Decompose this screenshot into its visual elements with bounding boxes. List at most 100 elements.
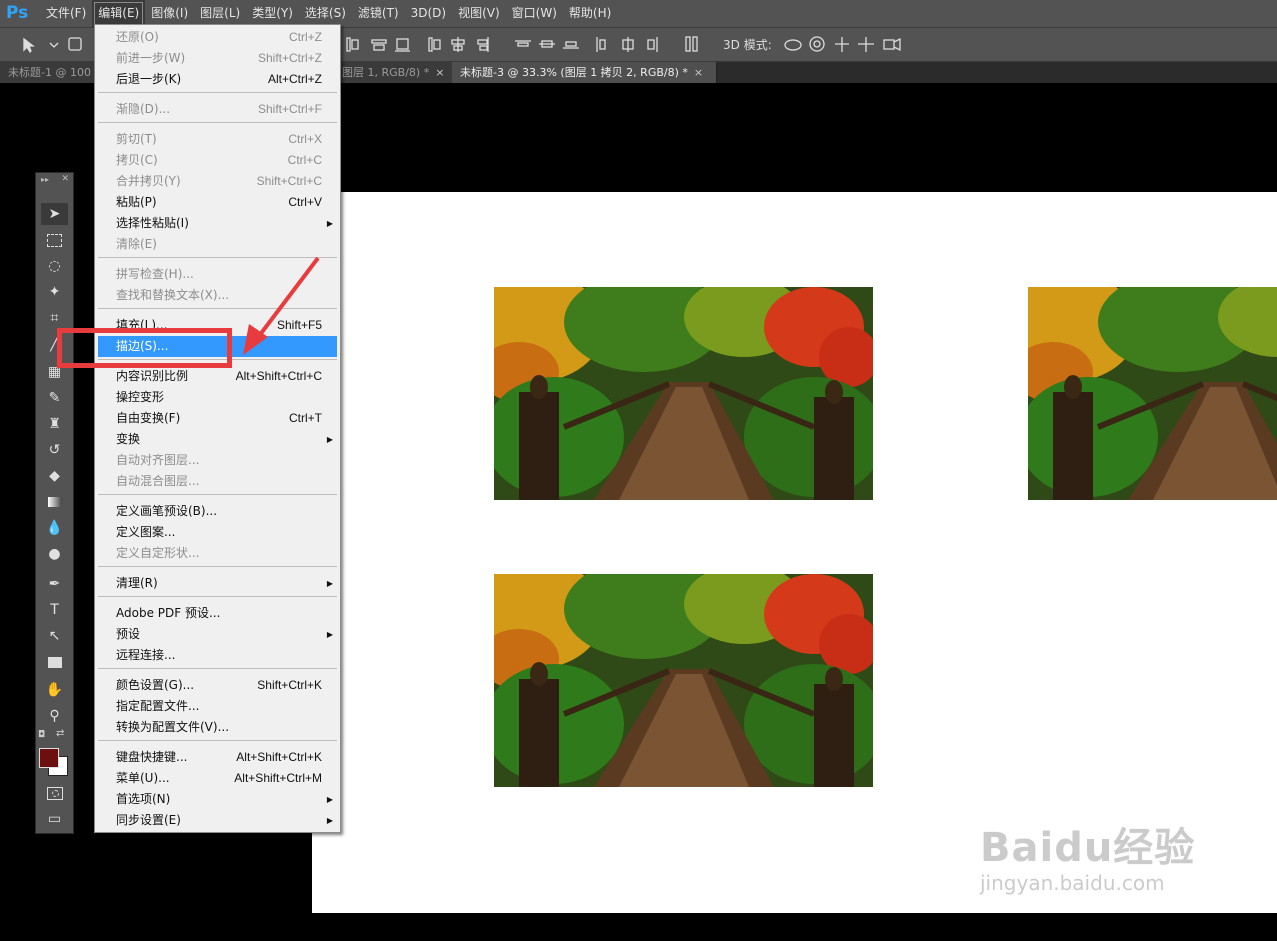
close-tab-icon[interactable]: × <box>694 66 703 79</box>
menu-0[interactable]: 文件(F) <box>40 0 92 27</box>
menu-item: 剪切(T) Ctrl+X <box>98 129 337 150</box>
menu-item-shortcut: Shift+Ctrl+Z <box>257 51 322 65</box>
menu-item[interactable]: 清理(R) ▶ <box>98 573 337 594</box>
blur-tool-icon[interactable]: 💧 <box>41 517 68 539</box>
menu-item-shortcut: Ctrl+T <box>289 411 322 425</box>
menu-item[interactable]: 定义画笔预设(B)... <box>98 501 337 522</box>
default-colors-icon[interactable]: ◘ <box>38 730 45 740</box>
marquee-tool-icon[interactable] <box>41 229 68 251</box>
brush-tool-icon[interactable]: ✎ <box>41 387 68 409</box>
menu-item[interactable]: 粘贴(P) Ctrl+V <box>98 192 337 213</box>
menu-item[interactable]: 定义图案... <box>98 522 337 543</box>
submenu-arrow-icon: ▶ <box>326 435 333 444</box>
edit-menu-dropdown: 还原(O) Ctrl+Z 前进一步(W) Shift+Ctrl+Z 后退一步(K) Alt… <box>94 24 341 833</box>
foreground-color-swatch[interactable] <box>39 748 59 768</box>
menu-8[interactable]: 视图(V) <box>452 0 506 27</box>
menu-item[interactable]: 颜色设置(G)... Shift+Ctrl+K <box>98 675 337 696</box>
menu-item-label: 定义图案... <box>116 525 176 539</box>
zoom-tool-icon[interactable]: ⚲ <box>41 705 68 727</box>
annotation-highlight-box <box>57 328 232 368</box>
magic-wand-tool-icon[interactable]: ✦ <box>41 281 68 303</box>
menu-item-label: 剪切(T) <box>116 132 157 146</box>
close-icon[interactable]: ✕ <box>61 174 69 184</box>
menu-item-label: 后退一步(K) <box>116 72 182 86</box>
menu-item: 定义自定形状... <box>98 543 337 564</box>
menu-3[interactable]: 图层(L) <box>194 0 246 27</box>
path-selection-tool-icon[interactable]: ↖ <box>41 625 68 647</box>
menu-item[interactable]: 键盘快捷键... Alt+Shift+Ctrl+K <box>98 747 337 768</box>
menu-2[interactable]: 图像(I) <box>145 0 194 27</box>
photo-svg <box>494 574 873 787</box>
menu-item-label: 查找和替换文本(X)... <box>116 288 230 302</box>
menu-item[interactable]: 转换为配置文件(V)... <box>98 717 337 738</box>
photo-svg <box>494 287 873 500</box>
menu-item-label: 合并拷贝(Y) <box>116 174 181 188</box>
menu-7[interactable]: 3D(D) <box>405 0 452 27</box>
clone-stamp-tool-icon[interactable]: ♜ <box>41 413 68 435</box>
menu-10[interactable]: 帮助(H) <box>563 0 617 27</box>
menu-item: 合并拷贝(Y) Shift+Ctrl+C <box>98 171 337 192</box>
menu-item-shortcut: Shift+Ctrl+C <box>256 174 322 188</box>
menu-4[interactable]: 类型(Y) <box>246 0 299 27</box>
menu-item-label: 自动混合图层... <box>116 474 200 488</box>
menu-item[interactable]: Adobe PDF 预设... <box>98 603 337 624</box>
document-tab[interactable]: 未标题-1 @ 100 <box>0 62 101 83</box>
menu-5[interactable]: 选择(S) <box>299 0 352 27</box>
dodge-tool-icon[interactable]: ● <box>41 543 68 565</box>
menu-item-shortcut: Alt+Shift+Ctrl+K <box>236 750 322 764</box>
move-tool-icon[interactable]: ➤ <box>41 203 68 225</box>
menu-item-shortcut: Alt+Shift+Ctrl+M <box>234 771 322 785</box>
menu-item[interactable]: 自由变换(F) Ctrl+T <box>98 408 337 429</box>
menu-item-label: 清理(R) <box>116 576 158 590</box>
swap-colors-icon[interactable]: ⇄ <box>56 728 64 739</box>
menu-item-shortcut: Shift+Ctrl+K <box>257 678 322 692</box>
close-tab-icon[interactable]: × <box>435 66 444 79</box>
screen-mode-icon[interactable]: ▭ <box>41 808 68 830</box>
menu-separator <box>98 308 337 309</box>
lasso-tool-icon[interactable]: ◌ <box>41 255 68 277</box>
quick-mask-icon[interactable] <box>41 782 68 804</box>
menu-6[interactable]: 滤镜(T) <box>352 0 405 27</box>
menu-item: 拷贝(C) Ctrl+C <box>98 150 337 171</box>
menu-item[interactable]: 菜单(U)... Alt+Shift+Ctrl+M <box>98 768 337 789</box>
menu-item[interactable]: 变换 ▶ <box>98 429 337 450</box>
menu-item-shortcut: Alt+Shift+Ctrl+C <box>235 369 322 383</box>
submenu-arrow-icon: ▶ <box>326 579 333 588</box>
menu-item[interactable]: 预设 ▶ <box>98 624 337 645</box>
menu-item[interactable]: 首选项(N) ▶ <box>98 789 337 810</box>
menu-item[interactable]: 内容识别比例 Alt+Shift+Ctrl+C <box>98 366 337 387</box>
checkbox-icon <box>68 37 82 51</box>
hand-tool-icon[interactable]: ✋ <box>41 679 68 701</box>
menu-item[interactable]: 指定配置文件... <box>98 696 337 717</box>
menu-item[interactable]: 远程连接... <box>98 645 337 666</box>
menu-item-shortcut: Ctrl+X <box>288 132 322 146</box>
menu-item: 自动混合图层... <box>98 471 337 492</box>
menu-item-label: 粘贴(P) <box>116 195 157 209</box>
menu-item[interactable]: 操控变形 <box>98 387 337 408</box>
menu-item-label: Adobe PDF 预设... <box>116 606 221 620</box>
eraser-tool-icon[interactable]: ◆ <box>41 465 68 487</box>
submenu-arrow-icon: ▶ <box>326 795 333 804</box>
menu-item-label: 颜色设置(G)... <box>116 678 195 692</box>
menu-item[interactable]: 选择性粘贴(I) ▶ <box>98 213 337 234</box>
menu-items: 文件(F) 编辑(E) 图像(I) 图层(L) 类型(Y) 选择(S) 滤镜(T) 3D(D)… <box>40 0 617 27</box>
crop-tool-icon[interactable]: ⌗ <box>41 307 68 329</box>
menu-item[interactable]: 同步设置(E) ▶ <box>98 810 337 831</box>
menu-1[interactable]: 编辑(E) <box>92 0 146 27</box>
menu-item-label: 拷贝(C) <box>116 153 158 167</box>
3d-mode-icons <box>784 36 901 52</box>
history-brush-tool-icon[interactable]: ↺ <box>41 439 68 461</box>
document-canvas[interactable] <box>312 192 1277 913</box>
menu-item-shortcut: Alt+Ctrl+Z <box>267 72 322 86</box>
gradient-tool-icon[interactable] <box>41 491 68 513</box>
menu-item-label: 转换为配置文件(V)... <box>116 720 230 734</box>
collapse-icon[interactable]: ▸▸ <box>41 175 49 184</box>
menu-item: 自动对齐图层... <box>98 450 337 471</box>
document-tab[interactable]: 未标题-3 @ 33.3% (图层 1 拷贝 2, RGB/8) * × <box>452 62 717 83</box>
menu-9[interactable]: 窗口(W) <box>506 0 563 27</box>
menu-item[interactable]: 后退一步(K) Alt+Ctrl+Z <box>98 69 337 90</box>
type-tool-icon[interactable]: T <box>41 599 68 621</box>
rectangle-tool-icon[interactable] <box>41 651 68 673</box>
pen-tool-icon[interactable]: ✒ <box>41 573 68 595</box>
menu-item-shortcut: Ctrl+V <box>288 195 322 209</box>
